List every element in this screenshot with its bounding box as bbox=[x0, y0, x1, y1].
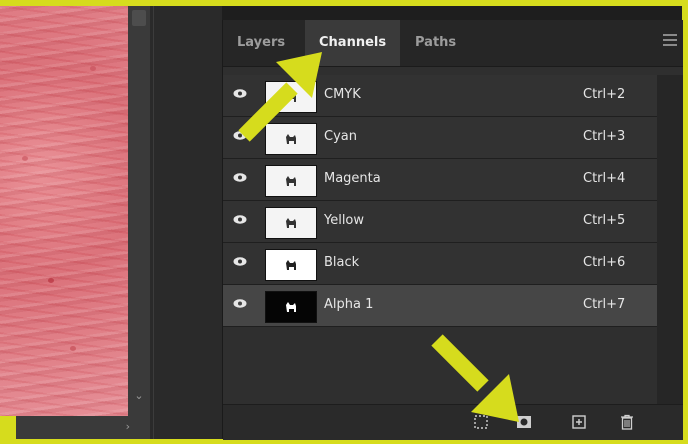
panel-scrollbar[interactable] bbox=[657, 75, 683, 405]
tab-paths[interactable]: Paths bbox=[401, 20, 470, 66]
channel-name: Black bbox=[324, 255, 360, 270]
channel-name: Yellow bbox=[324, 213, 365, 228]
texture-spot bbox=[48, 278, 54, 283]
texture-spot bbox=[70, 346, 76, 351]
arrow-pointing-to-channels-tab-icon bbox=[238, 52, 322, 142]
cat-silhouette bbox=[286, 218, 296, 228]
cat-silhouette bbox=[286, 302, 296, 312]
channel-thumbnail bbox=[265, 291, 317, 323]
channel-shortcut: Ctrl+2 bbox=[583, 87, 626, 102]
divider bbox=[153, 6, 154, 439]
channel-shortcut: Ctrl+4 bbox=[583, 171, 626, 186]
chevron-right-icon[interactable]: › bbox=[126, 420, 130, 433]
eye-icon[interactable] bbox=[233, 173, 247, 182]
channel-shortcut: Ctrl+5 bbox=[583, 213, 626, 228]
panel-menu-icon[interactable] bbox=[663, 34, 677, 49]
channel-thumbnail bbox=[265, 249, 317, 281]
canvas-horizontal-scrollbar[interactable]: › bbox=[16, 416, 150, 439]
image-canvas[interactable] bbox=[0, 6, 128, 416]
cat-silhouette bbox=[286, 260, 296, 270]
panel-dock-gap bbox=[150, 6, 222, 439]
channel-shortcut: Ctrl+3 bbox=[583, 129, 626, 144]
channel-shortcut: Ctrl+7 bbox=[583, 297, 626, 312]
channel-thumbnail bbox=[265, 207, 317, 239]
channel-shortcut: Ctrl+6 bbox=[583, 255, 626, 270]
channel-row-yellow[interactable]: Yellow Ctrl+5 bbox=[223, 201, 657, 243]
chevron-down-icon[interactable]: ⌄ bbox=[133, 390, 145, 402]
channel-row-black[interactable]: Black Ctrl+6 bbox=[223, 243, 657, 285]
channel-row-magenta[interactable]: Magenta Ctrl+4 bbox=[223, 159, 657, 201]
arrow-pointing-to-save-selection-icon bbox=[431, 334, 519, 422]
scrollbar-thumb[interactable] bbox=[132, 10, 146, 26]
channel-thumbnail bbox=[265, 165, 317, 197]
cat-silhouette bbox=[286, 176, 296, 186]
canvas-vertical-scrollbar[interactable]: ⌄ bbox=[128, 6, 150, 416]
texture-spot bbox=[90, 66, 96, 71]
eye-icon[interactable] bbox=[233, 257, 247, 266]
texture-spot bbox=[22, 156, 28, 161]
eye-icon[interactable] bbox=[233, 215, 247, 224]
delete-icon[interactable] bbox=[619, 414, 635, 430]
channel-name: Alpha 1 bbox=[324, 297, 374, 312]
new-channel-icon[interactable] bbox=[571, 414, 587, 430]
channel-name: Magenta bbox=[324, 171, 381, 186]
eye-icon[interactable] bbox=[233, 299, 247, 308]
channel-row-alpha-1[interactable]: Alpha 1 Ctrl+7 bbox=[223, 285, 657, 327]
